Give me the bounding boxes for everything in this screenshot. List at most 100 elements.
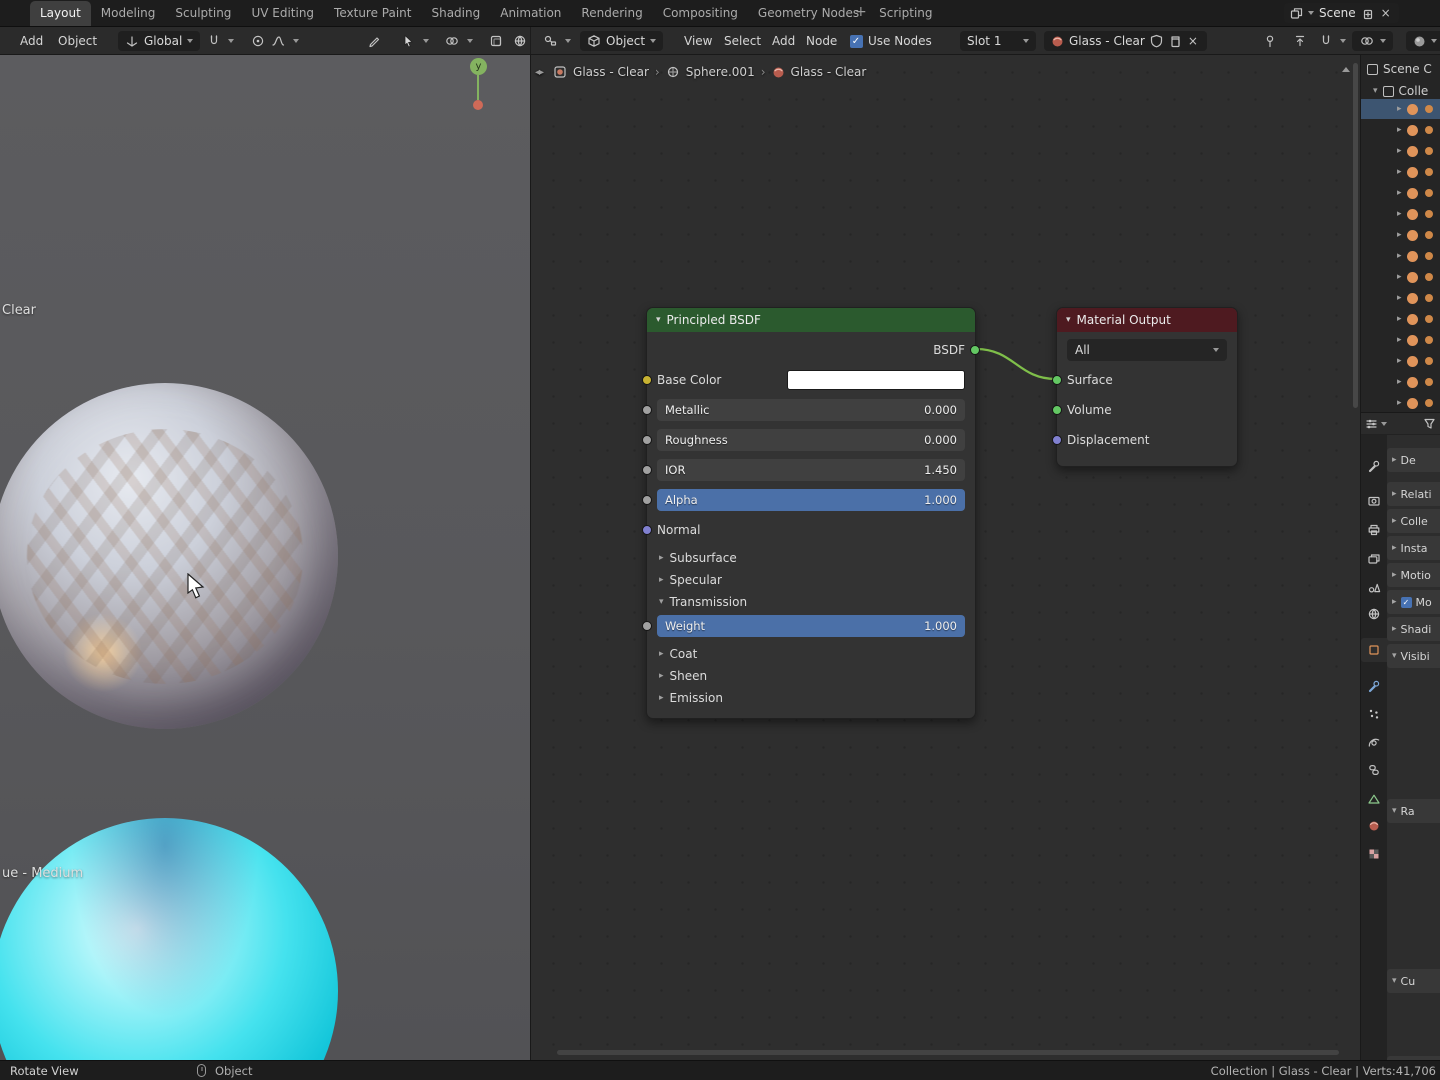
volume-socket[interactable]	[1052, 405, 1062, 415]
surface-socket[interactable]	[1052, 375, 1062, 385]
region-collapse-icon[interactable]	[1342, 67, 1350, 72]
editor-type-icon[interactable]	[540, 31, 560, 51]
properties-panel-visibi[interactable]: ▾ Visibi	[1387, 644, 1440, 668]
axis-gizmo-ball[interactable]	[473, 100, 483, 110]
properties-panel-de[interactable]: ▸ De	[1387, 448, 1440, 472]
expand-icon[interactable]: ▾	[1373, 86, 1378, 96]
expand-icon[interactable]: ▸	[1397, 356, 1402, 366]
outliner-row-sphere[interactable]: ▸	[1361, 351, 1440, 371]
scene-selector[interactable]: Scene ×	[1284, 3, 1399, 23]
base-color-swatch[interactable]	[787, 370, 965, 390]
axis-gizmo-y[interactable]: y	[470, 58, 487, 75]
expand-icon[interactable]: ▸	[1397, 293, 1402, 303]
collapse-icon[interactable]: ▾	[656, 315, 661, 325]
shader-editor[interactable]: ◂▸ Glass - Clear › Sphere.001 › Glass - …	[530, 55, 1360, 1060]
bsdf-section-subsurface[interactable]: ▸ Subsurface	[657, 548, 965, 568]
expand-icon[interactable]: ▸	[659, 693, 664, 703]
outliner-row-sphere[interactable]: ▸	[1361, 162, 1440, 182]
outliner-row-collection[interactable]: ▾ Colle	[1361, 81, 1440, 101]
properties-panel-insta[interactable]: ▸ Insta	[1387, 536, 1440, 560]
properties-tab-output[interactable]	[1362, 518, 1386, 542]
shader-view-menu[interactable]: View	[678, 31, 718, 51]
properties-tab-physics[interactable]	[1362, 731, 1386, 755]
workspace-tab-layout[interactable]: Layout	[30, 1, 91, 26]
expand-icon[interactable]: ▸	[659, 553, 664, 563]
properties-tab-data[interactable]	[1362, 787, 1386, 811]
workspace-tab-geometry-nodes[interactable]: Geometry Nodes	[748, 1, 869, 26]
expand-icon[interactable]: ▸	[1397, 209, 1402, 219]
properties-editor[interactable]: ▸ De ▸ Relati ▸ Colle ▸ Insta ▸ Motio ▸ ✓ Mo ▸ Shadi ▾ V…	[1360, 412, 1440, 1060]
expand-icon[interactable]: ▸	[659, 575, 664, 585]
shader-add-menu[interactable]: Add	[766, 31, 801, 51]
bsdf-section-sheen[interactable]: ▸ Sheen	[657, 666, 965, 686]
properties-panel-mo[interactable]: ▸ ✓ Mo	[1387, 590, 1440, 614]
expand-icon[interactable]: ▸	[1397, 188, 1402, 198]
overlays-icon[interactable]	[442, 31, 462, 51]
material-slot-dropdown[interactable]: Slot 1	[960, 31, 1036, 51]
principled-node-header[interactable]: ▾ Principled BSDF	[647, 308, 975, 332]
normal-socket[interactable]	[642, 525, 652, 535]
properties-tab-view-layer[interactable]	[1362, 547, 1386, 571]
properties-tab-scene[interactable]	[1362, 575, 1386, 599]
outliner-row-sphere[interactable]: ▸	[1361, 204, 1440, 224]
material-datablock[interactable]: Glass - Clear ×	[1044, 31, 1207, 51]
properties-panel-colle[interactable]: ▸ Colle	[1387, 509, 1440, 533]
expand-icon[interactable]: ▸	[1397, 377, 1402, 387]
bsdf-section-specular[interactable]: ▸ Specular	[657, 570, 965, 590]
unlink-material-icon[interactable]: ×	[1186, 34, 1200, 48]
expand-icon[interactable]: ▸	[1397, 230, 1402, 240]
slider-weight[interactable]: Weight 1.000	[657, 615, 965, 637]
outliner-row-sphere[interactable]: ▸	[1361, 309, 1440, 329]
workspace-tab-sculpting[interactable]: Sculpting	[165, 1, 241, 26]
expand-icon[interactable]: ▸	[1397, 314, 1402, 324]
properties-panel-shadi[interactable]: ▸ Shadi	[1387, 617, 1440, 641]
slider-ior[interactable]: IOR 1.450	[657, 459, 965, 481]
snap-dropdown-icon[interactable]	[221, 31, 241, 51]
properties-filter-icon[interactable]	[1365, 417, 1378, 430]
outliner-row-sphere[interactable]: ▸	[1361, 393, 1440, 412]
bsdf-socket[interactable]	[970, 345, 980, 355]
shader-node-menu[interactable]: Node	[800, 31, 843, 51]
workspace-tab-animation[interactable]: Animation	[490, 1, 571, 26]
properties-tab-texture[interactable]	[1362, 842, 1386, 866]
properties-tab-constraints[interactable]	[1362, 758, 1386, 782]
editor-type-dropdown-icon[interactable]	[558, 31, 578, 51]
workspace-tab-rendering[interactable]: Rendering	[571, 1, 652, 26]
unlink-scene-icon[interactable]: ×	[1379, 6, 1393, 20]
new-scene-icon[interactable]	[1361, 7, 1374, 20]
annotate-icon[interactable]	[364, 31, 384, 51]
node-snap-dropdown-icon[interactable]	[1333, 31, 1353, 51]
expand-icon[interactable]: ▸	[659, 649, 664, 659]
outliner-row-sphere[interactable]: ▸	[1361, 372, 1440, 392]
expand-icon[interactable]: ▸	[1397, 167, 1402, 177]
workspace-tab-texture-paint[interactable]: Texture Paint	[324, 1, 421, 26]
funnel-icon[interactable]	[1423, 417, 1436, 430]
properties-tab-world[interactable]	[1362, 602, 1386, 626]
go-to-parent-icon[interactable]	[1290, 31, 1310, 51]
outliner-panel[interactable]: Scene C ▾ Colle ▸▸▸▸▸▸▸▸▸▸▸▸▸▸▸▸	[1360, 55, 1440, 412]
expand-icon[interactable]: ▸	[1397, 125, 1402, 135]
expand-icon[interactable]: ▸	[1397, 104, 1402, 114]
select-dropdown-icon[interactable]	[416, 31, 436, 51]
node-principled-bsdf[interactable]: ▾ Principled BSDF BSDF Base Color Metallic…	[642, 307, 980, 719]
properties-tab-tool[interactable]	[1362, 454, 1386, 478]
expand-icon[interactable]: ▸	[1397, 272, 1402, 282]
overlay-toggle-dropdown[interactable]	[1352, 31, 1393, 51]
outliner-row-sphere[interactable]: ▸	[1361, 246, 1440, 266]
3d-viewport[interactable]: Clear ue - Medium y	[0, 55, 530, 1060]
panel-checkbox[interactable]: ✓	[1400, 596, 1412, 608]
proportional-falloff-icon[interactable]	[268, 31, 288, 51]
breadcrumb-material[interactable]: Glass - Clear	[573, 65, 649, 79]
outliner-row-sphere[interactable]: ▸	[1361, 267, 1440, 287]
outliner-row-sphere[interactable]: ▸	[1361, 141, 1440, 161]
workspace-tab-modeling[interactable]: Modeling	[91, 1, 166, 26]
proportional-editing-icon[interactable]	[248, 31, 268, 51]
properties-tab-material[interactable]	[1362, 814, 1386, 838]
xray-toggle-icon[interactable]	[486, 31, 506, 51]
fake-user-shield-icon[interactable]	[1150, 34, 1163, 48]
ior-socket[interactable]	[642, 465, 652, 475]
overlays-dropdown-icon[interactable]	[460, 31, 480, 51]
expand-icon[interactable]: ▸	[1397, 251, 1402, 261]
browse-scene-icon[interactable]	[1290, 7, 1303, 20]
sidebar-toggle-icon[interactable]: ◂▸	[535, 67, 544, 78]
